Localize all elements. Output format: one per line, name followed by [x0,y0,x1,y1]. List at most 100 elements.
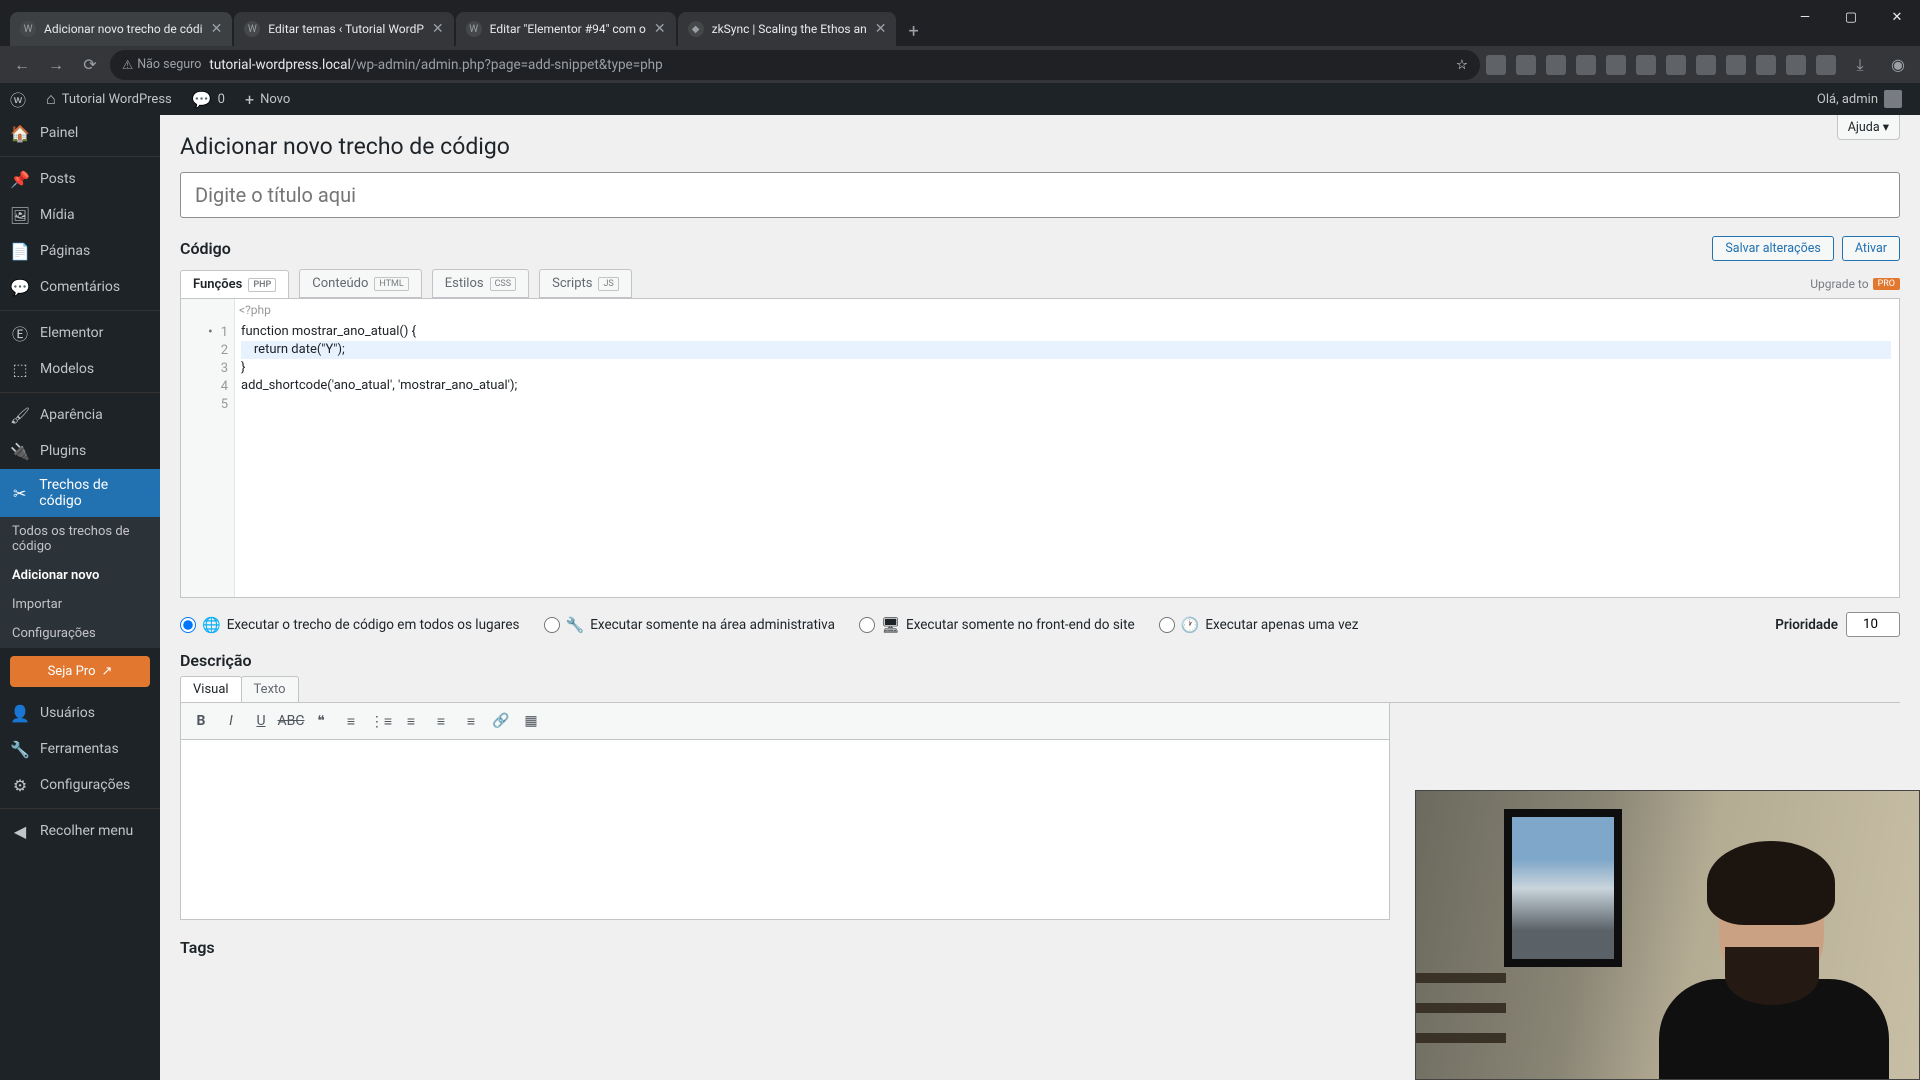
new-tab-button[interactable]: + [898,17,928,46]
toolbar-toggle-button[interactable]: ▦ [517,707,545,735]
bold-button[interactable]: B [187,707,215,735]
extension-icon[interactable] [1636,55,1656,75]
description-editor[interactable] [180,740,1390,920]
help-tab[interactable]: Ajuda ▾ [1837,115,1900,140]
extension-icon[interactable] [1756,55,1776,75]
code-tab-scripts[interactable]: ScriptsJS [539,269,632,298]
align-center-button[interactable]: ≡ [427,707,455,735]
downloads-icon[interactable]: ⤓ [1846,51,1874,79]
tab-close-icon[interactable]: ✕ [654,21,666,37]
save-button[interactable]: Salvar alterações [1712,236,1833,261]
profile-icon[interactable]: ◉ [1884,51,1912,79]
align-left-button[interactable]: ≡ [397,707,425,735]
tab-close-icon[interactable]: ✕ [875,21,887,37]
submenu-importar[interactable]: Importar [0,590,160,619]
site-link[interactable]: ⌂Tutorial WordPress [36,83,182,115]
new-link[interactable]: +Novo [235,83,300,115]
run-radio[interactable] [544,617,560,633]
url-host: tutorial-wordpress.local [209,57,350,73]
address-bar[interactable]: ⚠ Não seguro tutorial-wordpress.local/wp… [110,50,1480,80]
extension-icon[interactable] [1576,55,1596,75]
code-tab-conteudo[interactable]: ConteúdoHTML [299,269,422,298]
browser-tab-3[interactable]: ◆ zkSync | Scaling the Ethos an ✕ [678,12,897,46]
sidebar-item-config[interactable]: ⚙Configurações [0,767,160,803]
align-right-button[interactable]: ≡ [457,707,485,735]
extension-icon[interactable] [1816,55,1836,75]
priority-input[interactable] [1846,612,1900,637]
browser-tab-0[interactable]: W Adicionar novo trecho de códi ✕ [10,12,232,46]
site-name: Tutorial WordPress [62,92,172,107]
code-body[interactable]: function mostrar_ano_atual() { return da… [235,299,1899,597]
user-menu[interactable]: Olá, admin [1807,83,1912,115]
extension-icon[interactable] [1726,55,1746,75]
submenu-adicionar[interactable]: Adicionar novo [0,561,160,590]
upgrade-link[interactable]: Upgrade toPRO [1810,277,1900,291]
desc-tab-visual[interactable]: Visual [180,676,242,702]
sidebar-item-plugins[interactable]: 🔌Plugins [0,433,160,469]
extension-icon[interactable] [1546,55,1566,75]
sidebar-item-aparencia[interactable]: 🖌Aparência [0,397,160,433]
sidebar-item-midia[interactable]: 🖼Mídia [0,197,160,233]
url-path: /wp-admin/admin.php?page=add-snippet&typ… [351,57,663,73]
run-frontend[interactable]: 🖥Executar somente no front-end do site [859,616,1135,634]
code-tab-funcoes[interactable]: FunçõesPHP [180,270,289,299]
run-everywhere[interactable]: 🌐Executar o trecho de código em todos os… [180,616,520,634]
browser-tab-1[interactable]: W Editar temas ‹ Tutorial WordP ✕ [234,12,453,46]
run-radio[interactable] [180,617,196,633]
tab-close-icon[interactable]: ✕ [211,21,223,37]
extension-icon[interactable] [1486,55,1506,75]
extension-icon[interactable] [1786,55,1806,75]
strikethrough-button[interactable]: ABC [277,707,305,735]
desc-tab-texto[interactable]: Texto [241,676,299,702]
extension-icon[interactable] [1516,55,1536,75]
submenu-todos[interactable]: Todos os trechos de código [0,517,160,561]
window-close[interactable]: ✕ [1874,0,1920,34]
extension-icon[interactable] [1696,55,1716,75]
numbered-list-button[interactable]: ⋮≡ [367,707,395,735]
elementor-icon: Ⓔ [10,323,30,343]
activate-button[interactable]: Ativar [1842,236,1900,261]
reload-button[interactable]: ⟳ [76,51,104,79]
extension-icon[interactable] [1666,55,1686,75]
sidebar-item-elementor[interactable]: ⒺElementor [0,315,160,351]
code-editor[interactable]: <?php •12345 function mostrar_ano_atual(… [180,298,1900,598]
underline-button[interactable]: U [247,707,275,735]
run-radio[interactable] [859,617,875,633]
wp-logo[interactable]: ⓦ [0,83,36,115]
sidebar-label: Painel [40,125,78,141]
code-tab-estilos[interactable]: EstilosCSS [432,269,529,298]
forward-button[interactable]: → [42,51,70,79]
tab-close-icon[interactable]: ✕ [432,21,444,37]
link-button[interactable]: 🔗 [487,707,515,735]
code-line-3: } [241,360,245,375]
window-minimize[interactable]: — [1782,0,1828,34]
sidebar-collapse[interactable]: ◀Recolher menu [0,813,160,849]
sidebar-item-trechos[interactable]: ✂Trechos de código [0,469,160,517]
browser-tab-2[interactable]: W Editar "Elementor #94" com o ✕ [456,12,676,46]
wordpress-icon: ⓦ [10,87,26,111]
sidebar-item-paginas[interactable]: 📄Páginas [0,233,160,269]
window-maximize[interactable]: ▢ [1828,0,1874,34]
snippet-title-input[interactable] [180,172,1900,218]
sidebar-item-comentarios[interactable]: 💬Comentários [0,269,160,305]
sidebar-item-painel[interactable]: 🏠Painel [0,115,160,151]
blockquote-button[interactable]: ❝ [307,707,335,735]
submenu-config[interactable]: Configurações [0,619,160,648]
run-once[interactable]: 🕐Executar apenas uma vez [1159,616,1359,634]
priority-label: Prioridade [1775,617,1838,633]
run-radio[interactable] [1159,617,1175,633]
sidebar-item-usuarios[interactable]: 👤Usuários [0,695,160,731]
extension-icon[interactable] [1606,55,1626,75]
italic-button[interactable]: I [217,707,245,735]
back-button[interactable]: ← [8,51,36,79]
description-tabs: Visual Texto [180,676,1900,703]
sidebar-item-ferramentas[interactable]: 🔧Ferramentas [0,731,160,767]
bullet-list-button[interactable]: ≡ [337,707,365,735]
comments-link[interactable]: 💬0 [182,83,235,115]
run-admin[interactable]: 🔧Executar somente na área administrativa [544,616,835,634]
tab-title: zkSync | Scaling the Ethos an [712,22,867,36]
seja-pro-button[interactable]: Seja Pro↗ [10,656,150,687]
star-icon[interactable]: ☆ [1456,57,1468,73]
sidebar-item-posts[interactable]: 📌Posts [0,161,160,197]
sidebar-item-modelos[interactable]: ⬚Modelos [0,351,160,387]
